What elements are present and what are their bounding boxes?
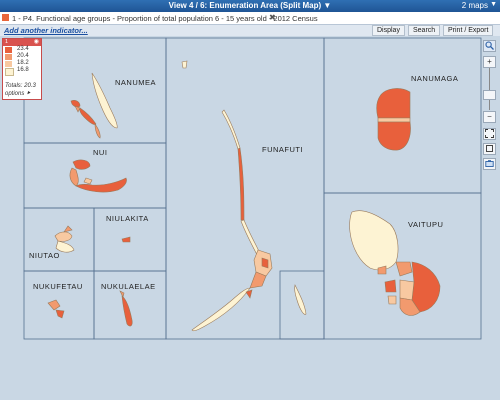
legend-class-value: 23.4 [17, 46, 29, 52]
legend-class-value: 16.8 [17, 67, 29, 73]
search-zoom-icon[interactable] [483, 40, 496, 52]
legend-class-row: 18.2 [3, 60, 41, 67]
label-niulakita: NIULAKITA [106, 214, 149, 223]
label-nanumea: NANUMEA [115, 78, 157, 87]
label-funafuti: FUNAFUTI [262, 145, 304, 154]
view-dropdown-chevron-icon[interactable]: ▼ [323, 1, 331, 10]
legend-indicator-number: 1 [5, 39, 9, 45]
toggle-visibility-icon[interactable]: ◉ [34, 39, 39, 46]
view-title-bar[interactable]: View 4 / 6: Enumeration Area (Split Map)… [0, 0, 500, 12]
split-map[interactable]: NANUMEA NUI NIULAKITA NIUTAO NUKUFETAU N… [0, 37, 500, 400]
view-title[interactable]: View 4 / 6: Enumeration Area (Split Map)… [0, 1, 500, 10]
indicator-row: 1 - P4. Functional age groups - Proporti… [0, 12, 500, 25]
nanumaga-island[interactable] [376, 88, 411, 151]
label-nukufetau: NUKUFETAU [33, 282, 83, 291]
add-indicator-link[interactable]: Add another indicator... [4, 26, 88, 35]
label-nui: NUI [93, 148, 108, 157]
legend-totals: Totals: 20.3 [5, 83, 36, 89]
toolbar: Add another indicator... Display Search … [0, 25, 500, 36]
label-nanumaga: NANUMAGA [411, 74, 459, 83]
legend-class-row: 23.4 [3, 46, 41, 53]
legend-class-row: 20.4 [3, 53, 41, 60]
zoom-in-button[interactable]: + [483, 56, 496, 68]
legend-class-value: 20.4 [17, 53, 29, 59]
map-legend[interactable]: 1 ◉ 23.4 20.4 18.2 16.8 Totals: 20.3 opt… [2, 38, 42, 100]
label-vaitupu: VAITUPU [408, 220, 444, 229]
screenshot-icon[interactable] [483, 158, 496, 170]
remove-indicator-icon[interactable]: ✖ [269, 13, 276, 22]
label-nukulaelae: NUKULAELAE [101, 282, 156, 291]
frame-icon [486, 145, 493, 152]
extent-icon[interactable] [483, 143, 496, 155]
print-export-button[interactable]: Print / Export [443, 25, 494, 36]
zoom-slider-handle[interactable] [483, 90, 496, 100]
display-button[interactable]: Display [372, 25, 405, 36]
legend-swatch [5, 68, 14, 76]
legend-class-value: 18.2 [17, 60, 29, 66]
legend-header: 1 ◉ [3, 39, 41, 46]
zoom-out-button[interactable]: − [483, 111, 496, 123]
fullscreen-icon[interactable] [483, 128, 496, 140]
legend-options-link[interactable]: options ⯈ [5, 91, 31, 98]
search-button[interactable]: Search [408, 25, 441, 36]
expand-icon [485, 129, 494, 138]
maps-menu-chevron-icon[interactable]: ▼ [490, 1, 497, 8]
zoom-slider-track[interactable] [489, 68, 490, 110]
label-niutao: NIUTAO [29, 251, 60, 260]
magnifier-icon [485, 41, 494, 50]
maps-count[interactable]: 2 maps [462, 1, 488, 10]
map-canvas[interactable] [0, 37, 500, 400]
camera-icon [485, 160, 494, 167]
legend-class-row: 16.8 [3, 67, 41, 76]
indicator-color-swatch [2, 14, 9, 21]
